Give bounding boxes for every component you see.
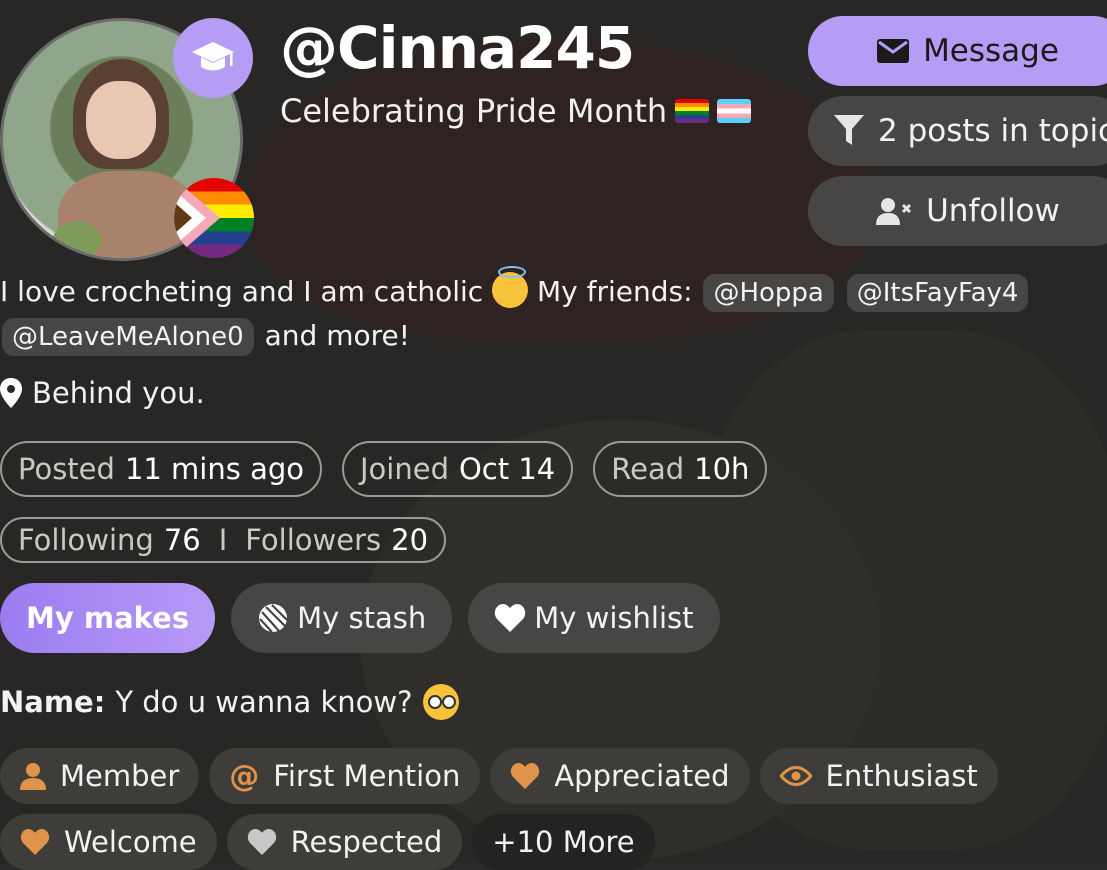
joined-label: Joined [360,452,449,486]
profile-tabs: My makes My stash My wishlist [0,583,720,653]
posts-in-topic-label: 2 posts in topic [878,113,1107,149]
badge-enthusiast[interactable]: Enthusiast [759,748,998,804]
name-field-label: Name: [0,685,106,719]
unfollow-label: Unfollow [926,193,1060,229]
following-value: 76 [163,523,201,557]
badge-appreciated[interactable]: Appreciated [490,748,750,804]
transgender-flag-icon [717,99,752,123]
mention-hoppa[interactable]: @Hoppa [703,274,834,312]
yarn-ball-icon [257,602,289,634]
subtitle-text: Celebrating Pride Month [280,92,668,130]
more-badges-label: +10 More [492,825,635,859]
progress-pride-flag-icon [174,178,254,258]
followers-label: Followers [245,523,382,557]
mention-leavemealone0[interactable]: @LeaveMeAlone0 [2,318,254,356]
badge-first-mention[interactable]: @ First Mention [209,748,481,804]
bio-text: I love crocheting and I am catholic [0,275,484,308]
location: Behind you. [0,376,205,410]
stat-separator: I [218,523,228,557]
joined-stat: Joined Oct 14 [342,441,574,497]
badge-enthusiast-label: Enthusiast [825,759,978,793]
follow-counts[interactable]: Following 76 I Followers 20 [0,517,447,563]
unfollow-button[interactable]: Unfollow [808,176,1107,246]
badge-respected-label: Respected [290,825,443,859]
at-icon: @ [229,758,260,794]
follow-stats: Following 76 I Followers 20 [0,517,447,563]
activity-stats: Posted 11 mins ago Joined Oct 14 Read 10… [0,441,768,497]
heart-icon [247,829,277,855]
badges-row-1: Member @ First Mention Appreciated Enthu… [0,748,1107,804]
tab-my-stash-label: My stash [297,601,427,635]
badge-welcome-label: Welcome [64,825,197,859]
rainbow-flag-icon [675,99,710,123]
message-label: Message [923,33,1059,69]
following-label: Following [18,523,154,557]
more-badges-button[interactable]: +10 More [472,814,655,870]
badge-respected[interactable]: Respected [226,814,463,870]
mention-itsfayfay4[interactable]: @ItsFayFay4 [846,274,1029,312]
badge-member-label: Member [60,759,180,793]
tab-my-stash[interactable]: My stash [231,583,453,653]
badge-first-mention-label: First Mention [273,759,461,793]
tab-my-wishlist[interactable]: My wishlist [468,583,720,653]
heart-icon [20,829,50,855]
map-pin-icon [0,378,22,408]
badge-welcome[interactable]: Welcome [0,814,217,870]
eye-icon [779,765,812,787]
badge-appreciated-label: Appreciated [554,759,730,793]
location-text: Behind you. [32,376,205,410]
filter-icon [834,115,864,147]
message-button[interactable]: Message [808,16,1107,86]
tab-my-makes-label: My makes [26,601,190,635]
posted-stat: Posted 11 mins ago [0,441,322,497]
username: @Cinna245 [280,14,635,82]
smiling-face-with-halo-icon [492,266,529,308]
bio: I love crocheting and I am catholic My f… [0,266,1080,358]
badges-row-2: Welcome Respected +10 More [0,814,1107,870]
graduation-cap-icon [173,18,253,98]
flushed-face-icon [422,684,459,720]
name-field: Name: Y do u wanna know? [0,684,459,720]
tab-my-wishlist-label: My wishlist [534,601,694,635]
bio-suffix: and more! [264,319,410,352]
posts-in-topic-button[interactable]: 2 posts in topic [808,96,1107,166]
read-value: 10h [694,452,750,486]
heart-icon [510,763,540,789]
posted-value: 11 mins ago [124,452,304,486]
heart-icon [494,604,526,632]
read-stat: Read 10h [593,441,768,497]
posted-label: Posted [18,452,115,486]
person-icon [20,762,46,790]
badge-member[interactable]: Member [0,748,200,804]
joined-value: Oct 14 [458,452,556,486]
profile-subtitle: Celebrating Pride Month [280,92,752,130]
read-label: Read [611,452,685,486]
envelope-icon [877,39,910,63]
name-field-value: Y do u wanna know? [115,685,413,719]
remove-user-icon [876,197,912,225]
followers-value: 20 [391,523,429,557]
tab-my-makes[interactable]: My makes [0,583,216,653]
friends-label: My friends: [536,275,693,308]
